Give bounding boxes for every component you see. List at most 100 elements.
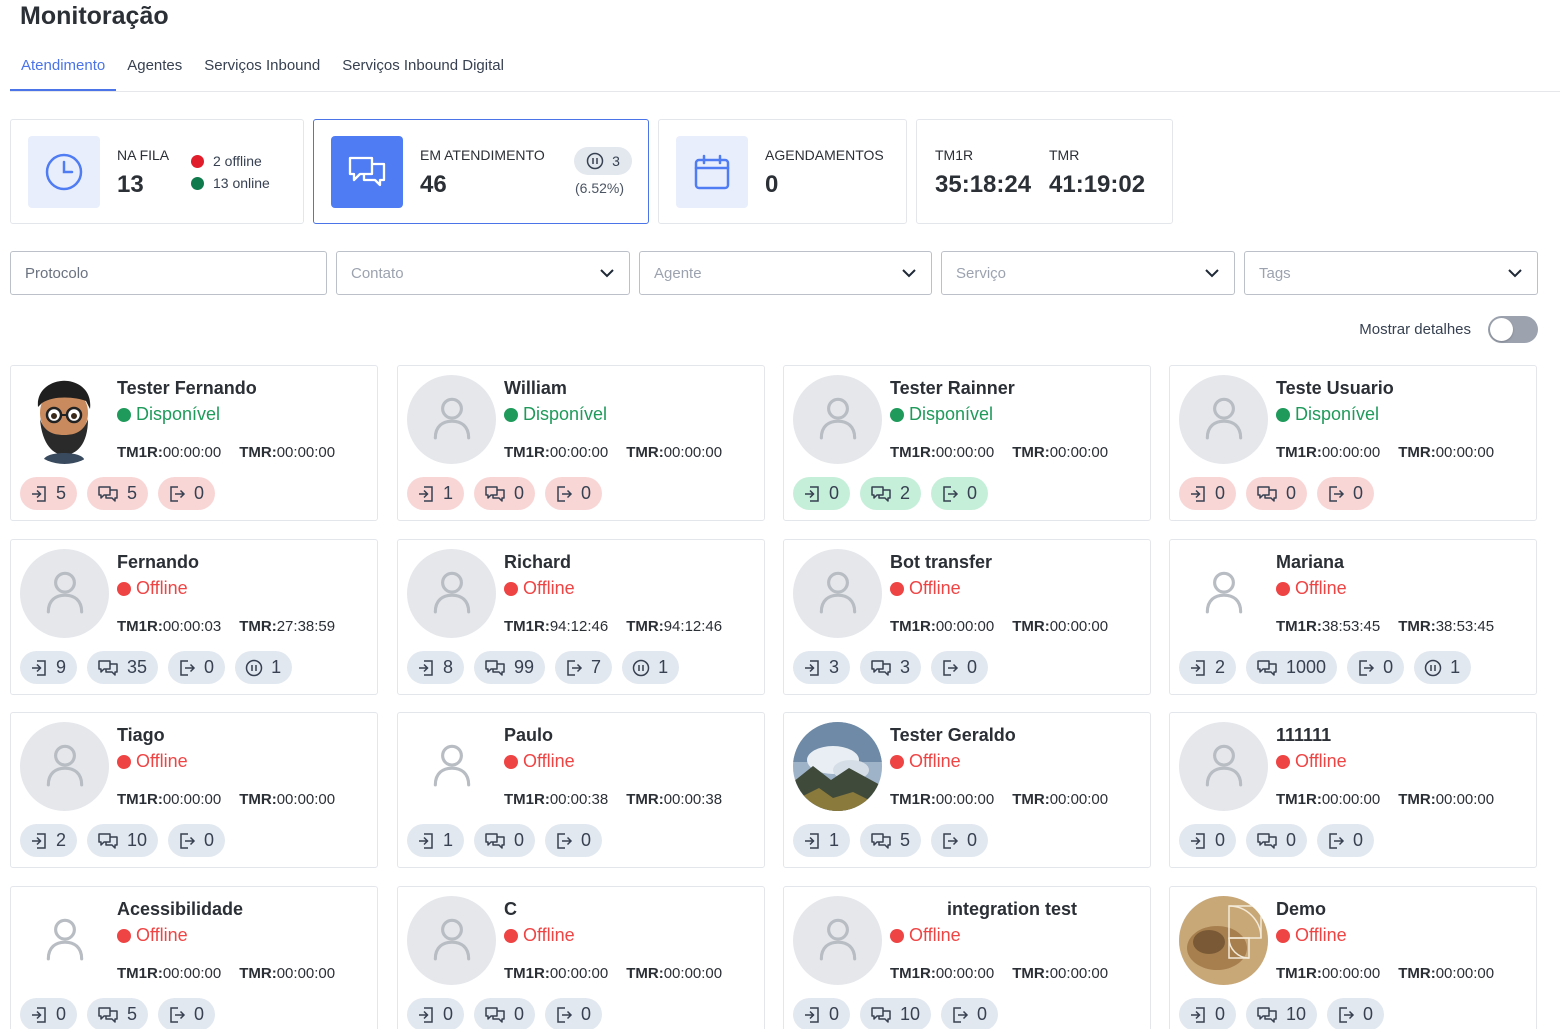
schedules-label: AGENDAMENTOS <box>765 147 884 163</box>
agent-card[interactable]: Bot transfer Offline TM1R:00:00:00 TMR:00:0… <box>783 539 1151 695</box>
tab-atendimento[interactable]: Atendimento <box>10 44 117 91</box>
agent-tmr: 00:00:00 <box>1049 791 1109 808</box>
counter-chip-chat[interactable]: 0 <box>474 477 536 510</box>
queue-stat-card[interactable]: NA FILA 13 2 offline 13 online <box>10 119 304 224</box>
agent-card[interactable]: Demo Offline TM1R:00:00:00 TMR:00:00:00 0 10 0 <box>1169 886 1537 1029</box>
counter-chip-chat[interactable]: 0 <box>474 824 536 857</box>
agent-status-text: Offline <box>909 751 961 771</box>
counter-chip-out[interactable]: 0 <box>545 998 603 1029</box>
contact-select[interactable]: Contato <box>336 251 630 295</box>
tab-agentes[interactable]: Agentes <box>116 44 193 91</box>
counter-chip-out[interactable]: 0 <box>931 477 989 510</box>
counter-chip-chat[interactable]: 99 <box>474 651 546 684</box>
counter-chip-out[interactable]: 0 <box>158 998 216 1029</box>
counter-chip-out[interactable]: 0 <box>545 824 603 857</box>
counter-chip-in[interactable]: 3 <box>793 651 851 684</box>
tmr-label: TMR: <box>1012 618 1050 635</box>
tmr-label: TMR: <box>626 618 664 635</box>
counter-chip-in[interactable]: 0 <box>1179 998 1237 1029</box>
counter-chip-in[interactable]: 0 <box>793 477 851 510</box>
counter-chip-out[interactable]: 0 <box>1327 998 1385 1029</box>
agent-select[interactable]: Agente <box>639 251 932 295</box>
counter-chip-out[interactable]: 0 <box>941 998 999 1029</box>
agent-card[interactable]: Tiago Offline TM1R:00:00:00 TMR:00:00:00 2 10… <box>10 712 378 868</box>
chat-bubbles-icon <box>97 1006 119 1024</box>
counter-chip-chat[interactable]: 5 <box>860 824 922 857</box>
counter-chip-out[interactable]: 0 <box>931 824 989 857</box>
counter-chip-out[interactable]: 0 <box>168 651 226 684</box>
agent-metrics: TM1R:00:00:00 TMR:00:00:00 <box>1276 791 1494 808</box>
counter-chip-out[interactable]: 0 <box>545 477 603 510</box>
agent-card[interactable]: Teste Usuario Disponível TM1R:00:00:00 TMR:… <box>1169 365 1537 521</box>
tab-servicos-inbound-digital[interactable]: Serviços Inbound Digital <box>331 44 515 91</box>
counter-chip-in[interactable]: 0 <box>1179 477 1237 510</box>
schedules-stat-card[interactable]: AGENDAMENTOS 0 <box>658 119 907 224</box>
agent-card[interactable]: Richard Offline TM1R:94:12:46 TMR:94:12:46 8… <box>397 539 765 695</box>
counter-chip-in[interactable]: 0 <box>793 998 851 1029</box>
counter-chip-out[interactable]: 0 <box>1317 824 1375 857</box>
service-select[interactable]: Serviço <box>941 251 1235 295</box>
agent-card[interactable]: William Disponível TM1R:00:00:00 TMR:00:00:… <box>397 365 765 521</box>
counter-chip-in[interactable]: 2 <box>1179 651 1237 684</box>
counter-chip-in[interactable]: 8 <box>407 651 465 684</box>
agent-card[interactable]: C Offline TM1R:00:00:00 TMR:00:00:00 0 0 0 <box>397 886 765 1029</box>
tm1r-label: TM1R: <box>117 444 163 461</box>
agent-card[interactable]: Acessibilidade Offline TM1R:00:00:00 TMR:00… <box>10 886 378 1029</box>
agent-card[interactable]: integration test Offline TM1R:00:00:00 TMR:… <box>783 886 1151 1029</box>
chat-bubbles-icon <box>870 485 892 503</box>
tm1r-label: TM1R: <box>504 965 550 982</box>
counter-chip-in[interactable]: 1 <box>407 824 465 857</box>
tmr-label: TMR: <box>239 444 277 461</box>
agent-card[interactable]: Mariana Offline TM1R:38:53:45 TMR:38:53:45 2… <box>1169 539 1537 695</box>
agent-tmr: 00:00:00 <box>1435 791 1495 808</box>
counter-chip-in[interactable]: 9 <box>20 651 78 684</box>
chat-bubbles-icon <box>97 485 119 503</box>
in-service-stat-card[interactable]: EM ATENDIMENTO 46 3 (6.52%) <box>313 119 649 224</box>
tags-select[interactable]: Tags <box>1244 251 1538 295</box>
agent-card[interactable]: Tester Fernando Disponível TM1R:00:00:00 TM… <box>10 365 378 521</box>
counter-chip-chat[interactable]: 10 <box>1246 998 1318 1029</box>
counter-chip-out[interactable]: 0 <box>931 651 989 684</box>
counter-chip-out[interactable]: 7 <box>555 651 613 684</box>
counter-chip-pause[interactable]: 1 <box>1414 651 1472 684</box>
counter-chip-chat[interactable]: 0 <box>1246 824 1308 857</box>
counter-chip-out[interactable]: 0 <box>168 824 226 857</box>
protocol-filter[interactable] <box>10 251 327 295</box>
counter-chip-chat[interactable]: 2 <box>860 477 922 510</box>
counter-chip-chat[interactable]: 5 <box>87 477 149 510</box>
counter-chip-in[interactable]: 0 <box>20 998 78 1029</box>
counter-chip-chat[interactable]: 10 <box>860 998 932 1029</box>
counter-chip-in[interactable]: 2 <box>20 824 78 857</box>
counter-chip-chat[interactable]: 3 <box>860 651 922 684</box>
tm1r-label: TM1R: <box>504 791 550 808</box>
counter-chip-chat[interactable]: 0 <box>474 998 536 1029</box>
agent-card[interactable]: 111111 Offline TM1R:00:00:00 TMR:00:00:00 0 0… <box>1169 712 1537 868</box>
agent-card[interactable]: Paulo Offline TM1R:00:00:38 TMR:00:00:38 1 0 0 <box>397 712 765 868</box>
counter-value: 0 <box>581 1004 592 1024</box>
counter-chip-out[interactable]: 0 <box>158 477 216 510</box>
tab-servicos-inbound[interactable]: Serviços Inbound <box>193 44 331 91</box>
protocol-input[interactable] <box>25 264 312 282</box>
counter-chip-in[interactable]: 5 <box>20 477 78 510</box>
counter-chip-in[interactable]: 1 <box>407 477 465 510</box>
agent-tm1r: 00:00:00 <box>162 444 222 461</box>
counter-chip-in[interactable]: 1 <box>793 824 851 857</box>
counter-chip-chat[interactable]: 5 <box>87 998 149 1029</box>
agent-tm1r: 00:00:38 <box>549 791 609 808</box>
agent-card[interactable]: Tester Geraldo Offline TM1R:00:00:00 TMR:00… <box>783 712 1151 868</box>
counter-chip-chat[interactable]: 1000 <box>1246 651 1338 684</box>
counter-chip-chat[interactable]: 35 <box>87 651 159 684</box>
counter-value: 0 <box>204 830 215 850</box>
agent-card[interactable]: Tester Rainner Disponível TM1R:00:00:00 TMR… <box>783 365 1151 521</box>
counter-chip-chat[interactable]: 10 <box>87 824 159 857</box>
counter-chip-pause[interactable]: 1 <box>622 651 680 684</box>
agent-card[interactable]: Fernando Offline TM1R:00:00:03 TMR:27:38:59… <box>10 539 378 695</box>
counter-chip-out[interactable]: 0 <box>1347 651 1405 684</box>
counter-chip-chat[interactable]: 0 <box>1246 477 1308 510</box>
counter-chip-in[interactable]: 0 <box>1179 824 1237 857</box>
counter-value: 0 <box>581 483 592 503</box>
details-toggle[interactable] <box>1488 316 1538 343</box>
counter-chip-pause[interactable]: 1 <box>235 651 293 684</box>
counter-chip-in[interactable]: 0 <box>407 998 465 1029</box>
counter-chip-out[interactable]: 0 <box>1317 477 1375 510</box>
